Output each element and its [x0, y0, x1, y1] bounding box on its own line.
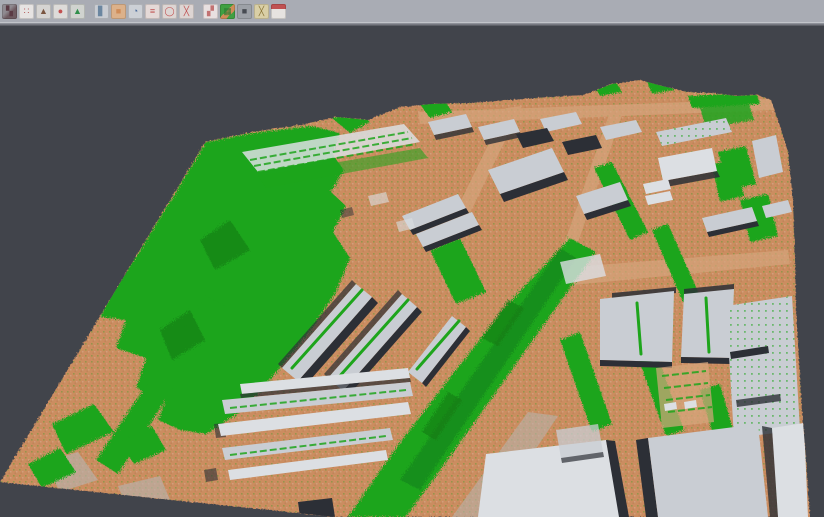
- measure-x-icon[interactable]: ╳: [254, 4, 269, 19]
- checker-diamond-icon[interactable]: ▞: [203, 4, 218, 19]
- points-dark-icon[interactable]: ▚: [2, 4, 17, 19]
- camera-dark-icon[interactable]: ■: [237, 4, 252, 19]
- wall-panel-icon[interactable]: ▋: [94, 4, 109, 19]
- terrain-hill-icon[interactable]: ▲: [36, 4, 51, 19]
- red-rows-icon[interactable]: ≡: [145, 4, 160, 19]
- main-toolbar: ▚∷▲●▲▋■◔≡◯╳▞▦■╳▔: [0, 0, 824, 22]
- red-circle-icon[interactable]: ◯: [162, 4, 177, 19]
- crop-marks-icon[interactable]: ╳: [179, 4, 194, 19]
- viewport-3d[interactable]: [0, 0, 824, 517]
- green-hill-icon[interactable]: ▲: [70, 4, 85, 19]
- toolbar-divider: [0, 22, 824, 26]
- red-header-card-icon[interactable]: ▔: [271, 4, 286, 19]
- point-marker-icon[interactable]: ●: [53, 4, 68, 19]
- scatter-points-icon[interactable]: ∷: [19, 4, 34, 19]
- globe-sync-icon[interactable]: ◔: [128, 4, 143, 19]
- orange-square-icon[interactable]: ■: [111, 4, 126, 19]
- classified-map-icon[interactable]: ▦: [220, 4, 235, 19]
